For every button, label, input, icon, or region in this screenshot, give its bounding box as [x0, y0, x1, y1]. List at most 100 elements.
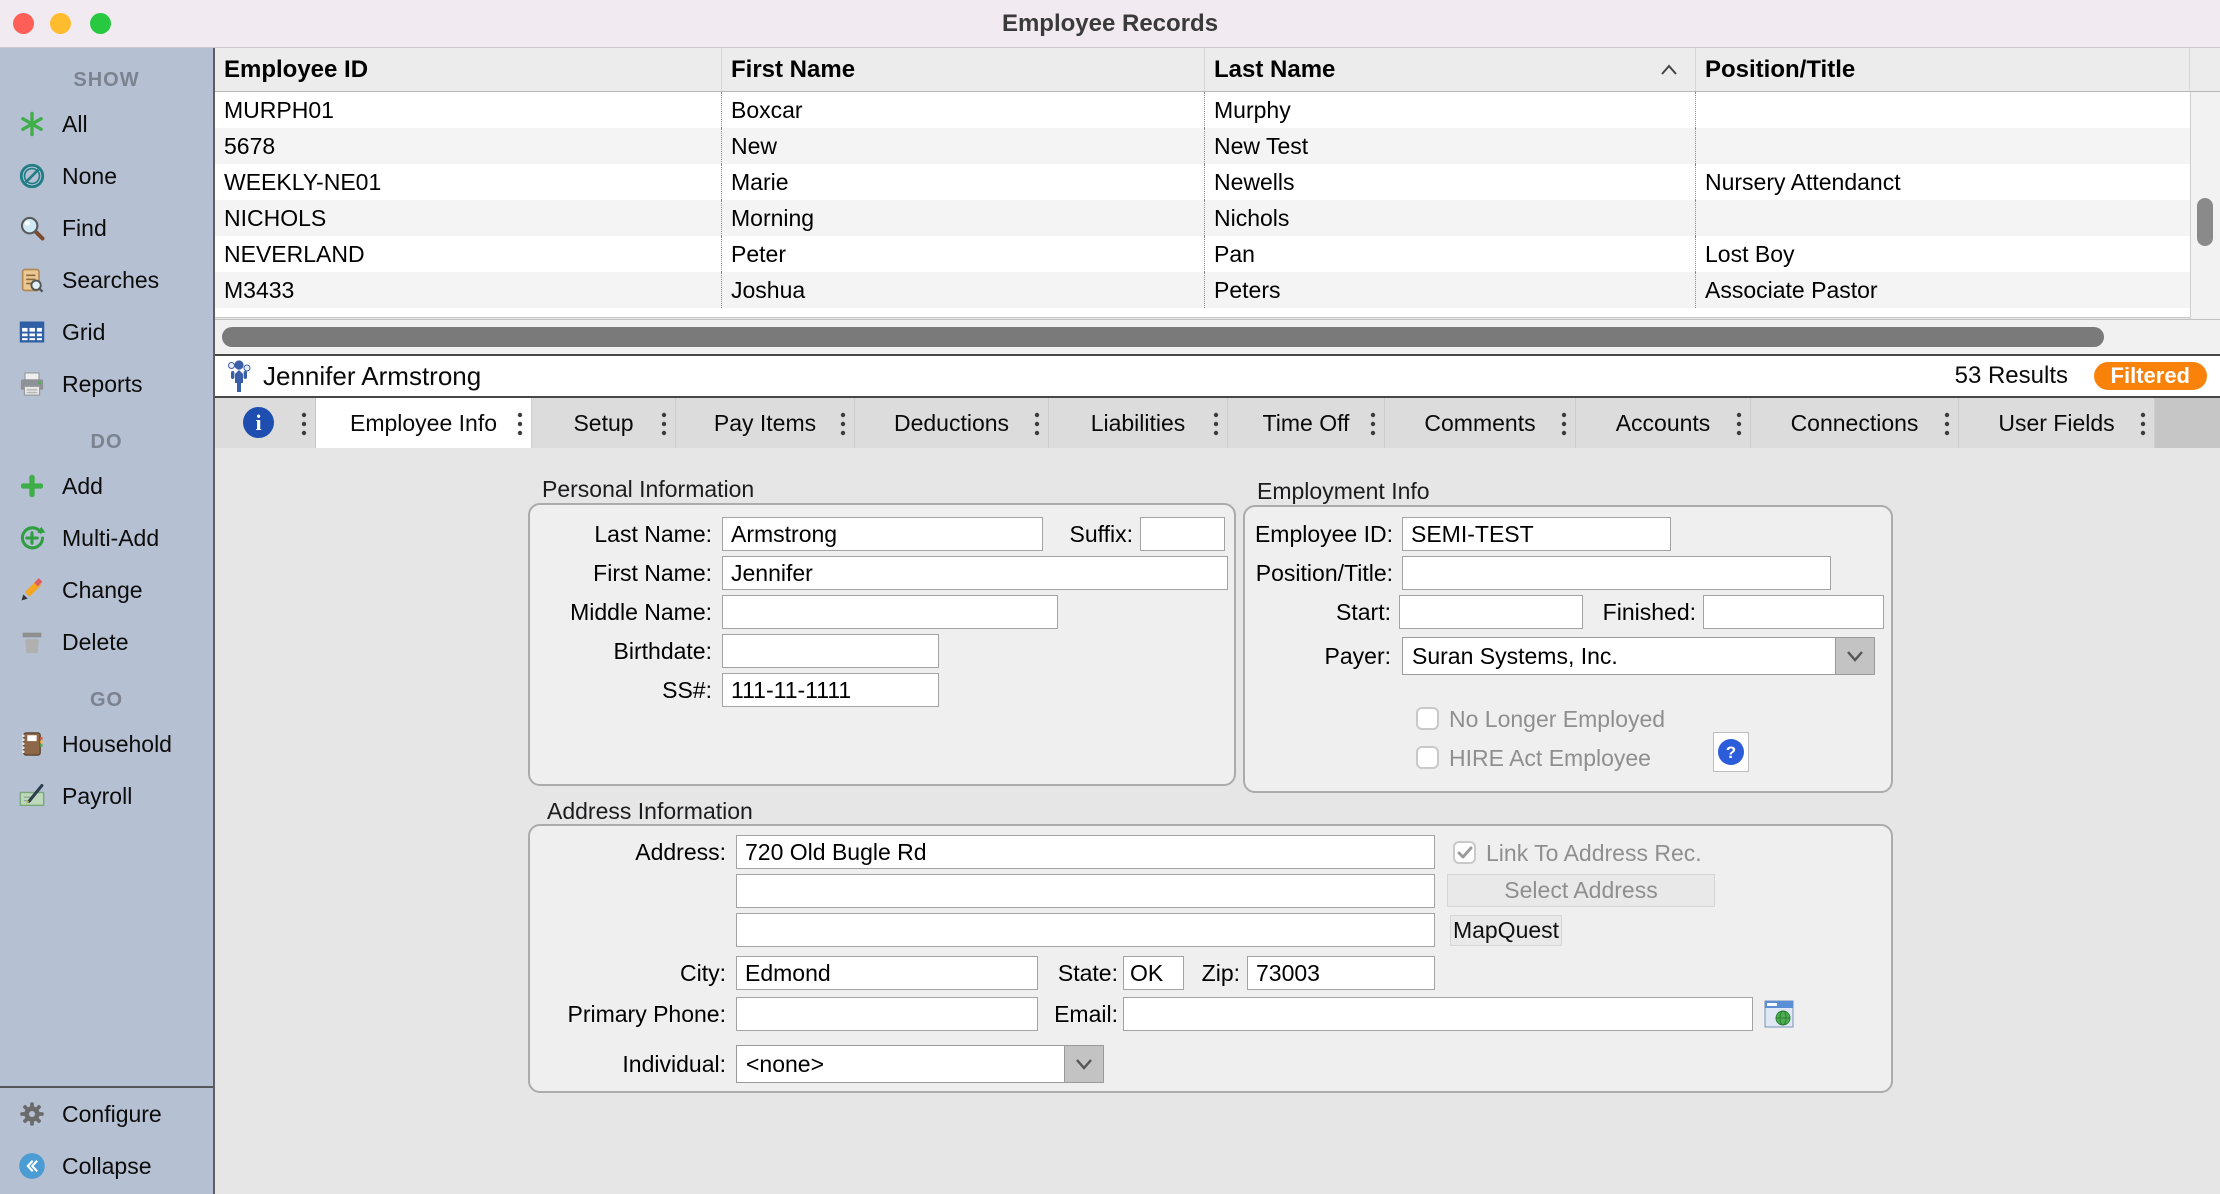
sidebar-item-none[interactable]: None: [0, 150, 213, 202]
position-title-field[interactable]: [1402, 556, 1831, 590]
column-header-last-name[interactable]: Last Name: [1205, 48, 1696, 91]
tab-menu-icon[interactable]: [517, 411, 523, 437]
hire-act-help-button[interactable]: ?: [1713, 732, 1749, 772]
horizontal-scrollbar-thumb[interactable]: [222, 327, 2104, 347]
sidebar-item-grid[interactable]: Grid: [0, 306, 213, 358]
tab-comments[interactable]: Comments: [1385, 398, 1576, 448]
sidebar-item-all[interactable]: All: [0, 98, 213, 150]
tab-time-off[interactable]: Time Off: [1228, 398, 1385, 448]
sidebar-item-add[interactable]: Add: [0, 460, 213, 512]
address-line3-field[interactable]: [736, 913, 1435, 947]
tab-liabilities[interactable]: Liabilities: [1049, 398, 1228, 448]
tab-bar: i Employee Info Setup Pay Items Deductio…: [215, 398, 2220, 448]
tab-menu-icon[interactable]: [1213, 411, 1219, 437]
link-to-address-checkbox[interactable]: [1453, 841, 1476, 864]
sidebar-item-delete[interactable]: Delete: [0, 616, 213, 668]
suffix-field[interactable]: [1140, 517, 1225, 551]
sidebar-item-label: Collapse: [62, 1153, 152, 1180]
employee-id-field[interactable]: [1402, 517, 1671, 551]
column-header-first-name[interactable]: First Name: [722, 48, 1205, 91]
change-pencil-icon: [18, 576, 46, 604]
info-icon[interactable]: i: [243, 407, 274, 438]
payer-dropdown[interactable]: Suran Systems, Inc.: [1402, 637, 1875, 675]
tab-menu-icon[interactable]: [840, 411, 846, 437]
reports-printer-icon: [18, 370, 46, 398]
email-web-icon[interactable]: [1764, 999, 1794, 1029]
individual-dropdown[interactable]: <none>: [736, 1045, 1104, 1083]
sidebar-item-household[interactable]: Household: [0, 718, 213, 770]
cell-employee-id: M3433: [215, 272, 722, 308]
sidebar-item-searches[interactable]: Searches: [0, 254, 213, 306]
payer-value: Suran Systems, Inc.: [1403, 638, 1835, 674]
middle-name-field[interactable]: [722, 595, 1058, 629]
tab-connections[interactable]: Connections: [1751, 398, 1959, 448]
tab-accounts[interactable]: Accounts: [1576, 398, 1751, 448]
tab-deductions[interactable]: Deductions: [855, 398, 1049, 448]
tab-setup[interactable]: Setup: [532, 398, 676, 448]
ssn-field[interactable]: [722, 673, 939, 707]
column-header-employee-id[interactable]: Employee ID: [215, 48, 722, 91]
cell-employee-id: NEVERLAND: [215, 236, 722, 272]
tab-menu-icon[interactable]: [1944, 411, 1950, 437]
first-name-field[interactable]: [722, 556, 1228, 590]
filtered-badge[interactable]: Filtered: [2094, 362, 2207, 390]
birthdate-field[interactable]: [722, 634, 939, 668]
address-line2-field[interactable]: [736, 874, 1435, 908]
personal-info-title: Personal Information: [542, 476, 754, 502]
sidebar-item-multi-add[interactable]: Multi-Add: [0, 512, 213, 564]
table-row[interactable]: NEVERLAND Peter Pan Lost Boy: [215, 236, 2190, 272]
birthdate-label: Birthdate:: [512, 634, 712, 668]
address-line1-field[interactable]: [736, 835, 1435, 869]
sidebar-item-label: All: [62, 111, 88, 138]
main-pane: Employee ID First Name Last Name Positio…: [215, 48, 2220, 1194]
chevron-down-icon[interactable]: [1835, 638, 1874, 674]
sidebar-item-collapse[interactable]: Collapse: [0, 1140, 213, 1192]
finished-field[interactable]: [1703, 595, 1884, 629]
kebab-menu-icon[interactable]: [301, 411, 307, 437]
tab-menu-icon[interactable]: [661, 411, 667, 437]
tab-menu-icon[interactable]: [1561, 411, 1567, 437]
find-magnifier-icon: [18, 214, 46, 242]
start-field[interactable]: [1399, 595, 1583, 629]
chevron-down-icon[interactable]: [1064, 1046, 1103, 1082]
vertical-scrollbar-thumb[interactable]: [2197, 198, 2213, 246]
mapquest-button[interactable]: MapQuest: [1450, 915, 1562, 946]
cell-first-name: Peter: [722, 236, 1205, 272]
tab-menu-icon[interactable]: [1370, 411, 1376, 437]
table-row[interactable]: NICHOLS Morning Nichols: [215, 200, 2190, 236]
payroll-check-icon: [18, 782, 46, 810]
hire-act-checkbox[interactable]: [1416, 746, 1439, 769]
zip-field[interactable]: [1247, 956, 1435, 990]
cell-first-name: Morning: [722, 200, 1205, 236]
sidebar-item-change[interactable]: Change: [0, 564, 213, 616]
tab-menu-icon[interactable]: [2140, 411, 2146, 437]
header-scroll-pad: [2190, 48, 2220, 91]
table-row[interactable]: WEEKLY-NE01 Marie Newells Nursery Attend…: [215, 164, 2190, 200]
table-row[interactable]: MURPH01 Boxcar Murphy: [215, 92, 2190, 128]
state-field[interactable]: [1123, 956, 1184, 990]
table-row[interactable]: M3433 Joshua Peters Associate Pastor: [215, 272, 2190, 308]
city-field[interactable]: [736, 956, 1038, 990]
select-address-button[interactable]: Select Address: [1447, 874, 1715, 907]
sidebar-item-find[interactable]: Find: [0, 202, 213, 254]
primary-phone-field[interactable]: [736, 997, 1038, 1031]
email-field[interactable]: [1123, 997, 1753, 1031]
primary-phone-label: Primary Phone:: [506, 997, 726, 1031]
horizontal-scrollbar[interactable]: [215, 319, 2220, 354]
sidebar-item-reports[interactable]: Reports: [0, 358, 213, 410]
tab-pay-items[interactable]: Pay Items: [676, 398, 855, 448]
last-name-field[interactable]: [722, 517, 1043, 551]
tab-menu-icon[interactable]: [1034, 411, 1040, 437]
table-row[interactable]: 5678 New New Test: [215, 128, 2190, 164]
column-header-position-title[interactable]: Position/Title: [1696, 48, 2190, 91]
cell-employee-id: WEEKLY-NE01: [215, 164, 722, 200]
tab-menu-icon[interactable]: [1736, 411, 1742, 437]
vertical-scrollbar[interactable]: [2190, 92, 2220, 319]
sidebar-item-payroll[interactable]: Payroll: [0, 770, 213, 822]
tab-employee-info[interactable]: Employee Info: [316, 398, 532, 448]
sidebar-item-label: Payroll: [62, 783, 132, 810]
no-longer-employed-checkbox[interactable]: [1416, 707, 1439, 730]
sidebar-item-configure[interactable]: Configure: [0, 1088, 213, 1140]
gear-icon: [18, 1100, 46, 1128]
tab-user-fields[interactable]: User Fields: [1959, 398, 2155, 448]
